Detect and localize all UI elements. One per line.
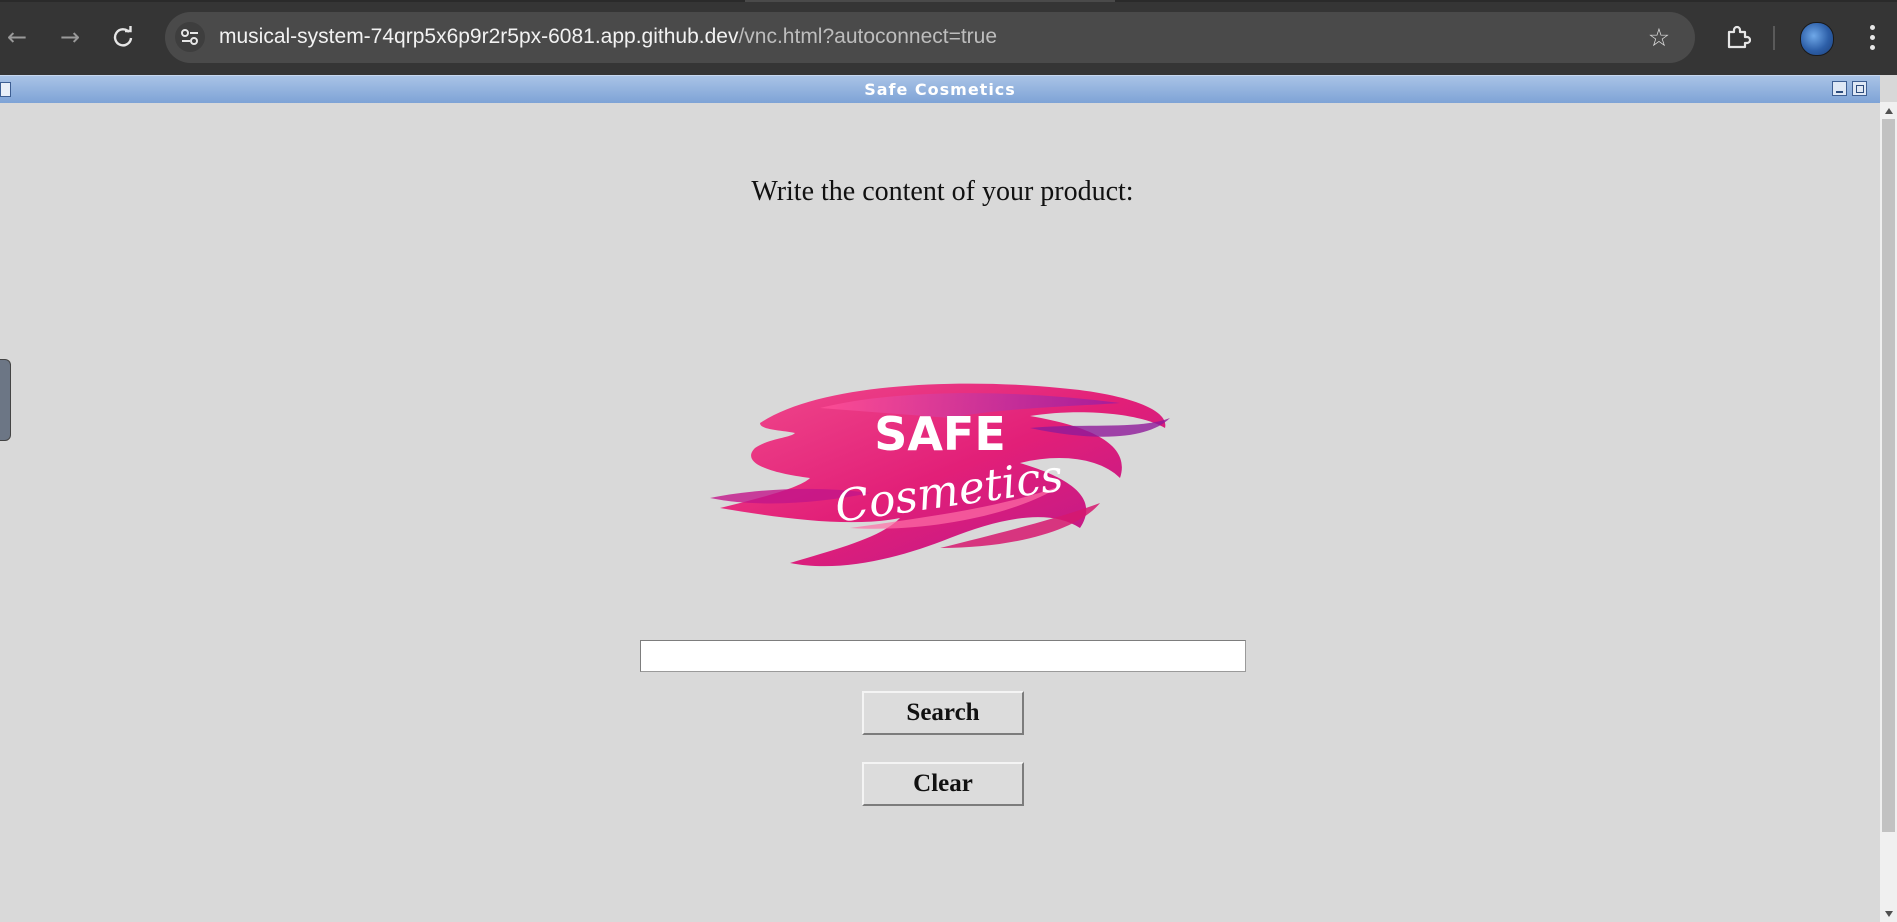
kebab-dot [1869, 44, 1875, 50]
back-button[interactable]: ← [2, 22, 32, 52]
vertical-scrollbar[interactable] [1880, 102, 1897, 922]
extensions-button[interactable] [1722, 20, 1754, 54]
product-content-input[interactable] [640, 640, 1246, 672]
url-text[interactable]: musical-system-74qrp5x6p9r2r5px-6081.app… [219, 25, 997, 49]
puzzle-icon [1727, 25, 1751, 49]
scroll-up-button[interactable] [1880, 102, 1897, 119]
url-host: musical-system-74qrp5x6p9r2r5px-6081.app… [219, 25, 739, 48]
caret-up-icon [1884, 107, 1893, 114]
reload-button[interactable] [108, 22, 138, 52]
arrow-left-icon: ← [6, 23, 28, 51]
scroll-thumb[interactable] [1882, 119, 1895, 832]
profile-avatar[interactable] [1800, 22, 1834, 56]
forward-button[interactable]: → [55, 22, 85, 52]
minimize-button[interactable] [1832, 81, 1847, 96]
browser-toolbar: ← → musical-system-74qrp5x6p9r2r5px-6081… [0, 0, 1897, 75]
tune-icon [181, 29, 198, 45]
arrow-right-icon: → [59, 23, 81, 51]
logo-safe-text: SAFE [874, 407, 1006, 461]
site-info-button[interactable] [175, 22, 205, 52]
scroll-down-button[interactable] [1880, 905, 1897, 922]
tab-strip-edge [0, 0, 1897, 2]
kebab-menu-icon [1869, 24, 1875, 30]
window-title-bar[interactable]: Safe Cosmetics [0, 75, 1880, 104]
browser-menu-button[interactable] [1857, 20, 1887, 54]
clear-button[interactable]: Clear [862, 762, 1024, 806]
reload-icon [113, 26, 133, 47]
safe-cosmetics-logo: SAFE Cosmetics [710, 383, 1170, 567]
kebab-dot [1869, 34, 1875, 40]
search-button[interactable]: Search [862, 691, 1024, 735]
caret-down-icon [1884, 910, 1893, 917]
bookmark-button[interactable]: ☆ [1643, 21, 1675, 53]
toolbar-separator [1773, 26, 1775, 50]
address-bar[interactable]: musical-system-74qrp5x6p9r2r5px-6081.app… [165, 12, 1695, 63]
app-window: Write the content of your product: SAFE … [0, 103, 1880, 922]
vnc-sidebar-handle[interactable] [0, 359, 11, 441]
maximize-button[interactable] [1852, 81, 1867, 96]
active-tab-edge[interactable] [745, 0, 1115, 2]
url-path: /vnc.html?autoconnect=true [738, 25, 998, 48]
star-icon: ☆ [1647, 22, 1671, 52]
window-title: Safe Cosmetics [864, 80, 1016, 99]
product-prompt-label: Write the content of your product: [751, 176, 1134, 207]
